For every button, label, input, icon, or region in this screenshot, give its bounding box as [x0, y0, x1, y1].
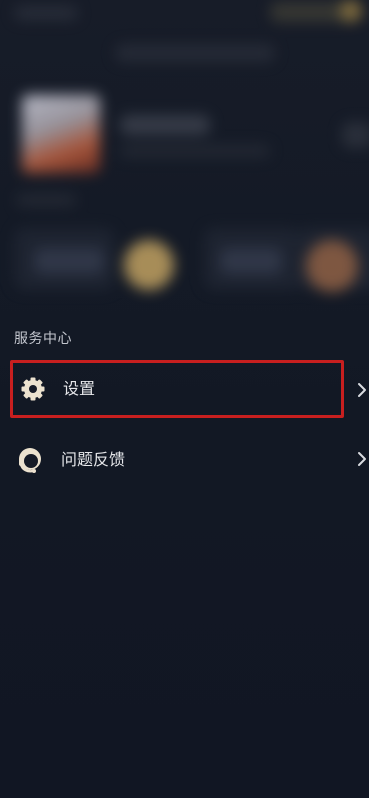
- headset-icon: [16, 446, 44, 474]
- chevron-right-icon: [355, 380, 369, 400]
- settings-menu-item[interactable]: 设置: [10, 360, 344, 418]
- blurred-title: [115, 44, 275, 62]
- blurred-cover-title: [120, 115, 210, 135]
- blurred-topbar-left: [14, 6, 78, 20]
- blurred-card-content: [34, 248, 104, 274]
- blurred-cover-image: [22, 95, 100, 173]
- blurred-card-content: [220, 248, 282, 274]
- blurred-topbar-avatar: [340, 0, 362, 22]
- section-title: 服务中心: [14, 331, 72, 347]
- settings-label: 设置: [63, 379, 96, 398]
- blurred-cover-subtitle: [120, 145, 270, 157]
- gear-icon: [19, 375, 47, 403]
- blurred-right-chip: [342, 122, 369, 148]
- chevron-right-icon: [355, 449, 369, 469]
- profile-screen: 服务中心 设置 问题反馈: [0, 0, 369, 798]
- blurred-content-area: [0, 0, 369, 310]
- blurred-section-label: [16, 194, 76, 206]
- feedback-label: 问题反馈: [61, 450, 126, 469]
- blurred-orb: [124, 240, 174, 290]
- blurred-orb: [306, 240, 358, 292]
- blurred-topbar-right: [270, 2, 350, 22]
- feedback-menu-item[interactable]: 问题反馈: [10, 432, 369, 488]
